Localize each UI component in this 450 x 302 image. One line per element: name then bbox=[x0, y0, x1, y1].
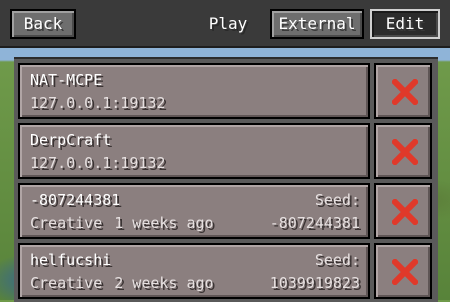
back-button[interactable]: Back bbox=[10, 9, 76, 39]
tab-play[interactable]: Play bbox=[200, 10, 256, 38]
delete-button[interactable] bbox=[374, 243, 432, 299]
game-mode: Creative bbox=[30, 274, 103, 292]
close-icon bbox=[392, 139, 418, 165]
top-bar: Back Play External Edit bbox=[0, 0, 450, 48]
world-name: helfucshi bbox=[30, 251, 112, 269]
list-item[interactable]: -807244381 Seed: Creative 1 weeks ago -80… bbox=[18, 183, 434, 239]
game-mode: Creative bbox=[30, 214, 103, 232]
seed-label: Seed: bbox=[314, 251, 360, 269]
delete-button[interactable] bbox=[374, 123, 432, 179]
seed-label: Seed: bbox=[314, 191, 360, 209]
server-name: DerpCraft bbox=[30, 131, 112, 149]
list-item[interactable]: helfucshi Seed: Creative 2 weeks ago 1039… bbox=[18, 243, 434, 299]
world-entry[interactable]: helfucshi Seed: Creative 2 weeks ago 1039… bbox=[18, 243, 370, 299]
world-entry[interactable]: -807244381 Seed: Creative 1 weeks ago -80… bbox=[18, 183, 370, 239]
list-item[interactable]: DerpCraft 127.0.0.1:19132 bbox=[18, 123, 434, 179]
server-name: NAT-MCPE bbox=[30, 71, 103, 89]
close-icon bbox=[392, 199, 418, 225]
close-icon bbox=[392, 259, 418, 285]
world-name: -807244381 bbox=[30, 191, 121, 209]
list-item[interactable]: NAT-MCPE 127.0.0.1:19132 bbox=[18, 63, 434, 119]
world-list[interactable]: NAT-MCPE 127.0.0.1:19132 DerpCraft 127.0… bbox=[14, 57, 438, 302]
close-icon bbox=[392, 79, 418, 105]
tab-edit[interactable]: Edit bbox=[370, 9, 440, 39]
last-played: 1 weeks ago bbox=[114, 214, 214, 232]
seed-value: -807244381 bbox=[269, 214, 360, 232]
tab-external[interactable]: External bbox=[270, 9, 364, 39]
world-meta: Creative 1 weeks ago bbox=[30, 214, 226, 232]
last-played: 2 weeks ago bbox=[114, 274, 214, 292]
server-entry[interactable]: DerpCraft 127.0.0.1:19132 bbox=[18, 123, 370, 179]
server-address: 127.0.0.1:19132 bbox=[30, 154, 166, 172]
seed-value: 1039919823 bbox=[269, 274, 360, 292]
delete-button[interactable] bbox=[374, 183, 432, 239]
world-meta: Creative 2 weeks ago bbox=[30, 274, 226, 292]
delete-button[interactable] bbox=[374, 63, 432, 119]
server-entry[interactable]: NAT-MCPE 127.0.0.1:19132 bbox=[18, 63, 370, 119]
server-address: 127.0.0.1:19132 bbox=[30, 94, 166, 112]
